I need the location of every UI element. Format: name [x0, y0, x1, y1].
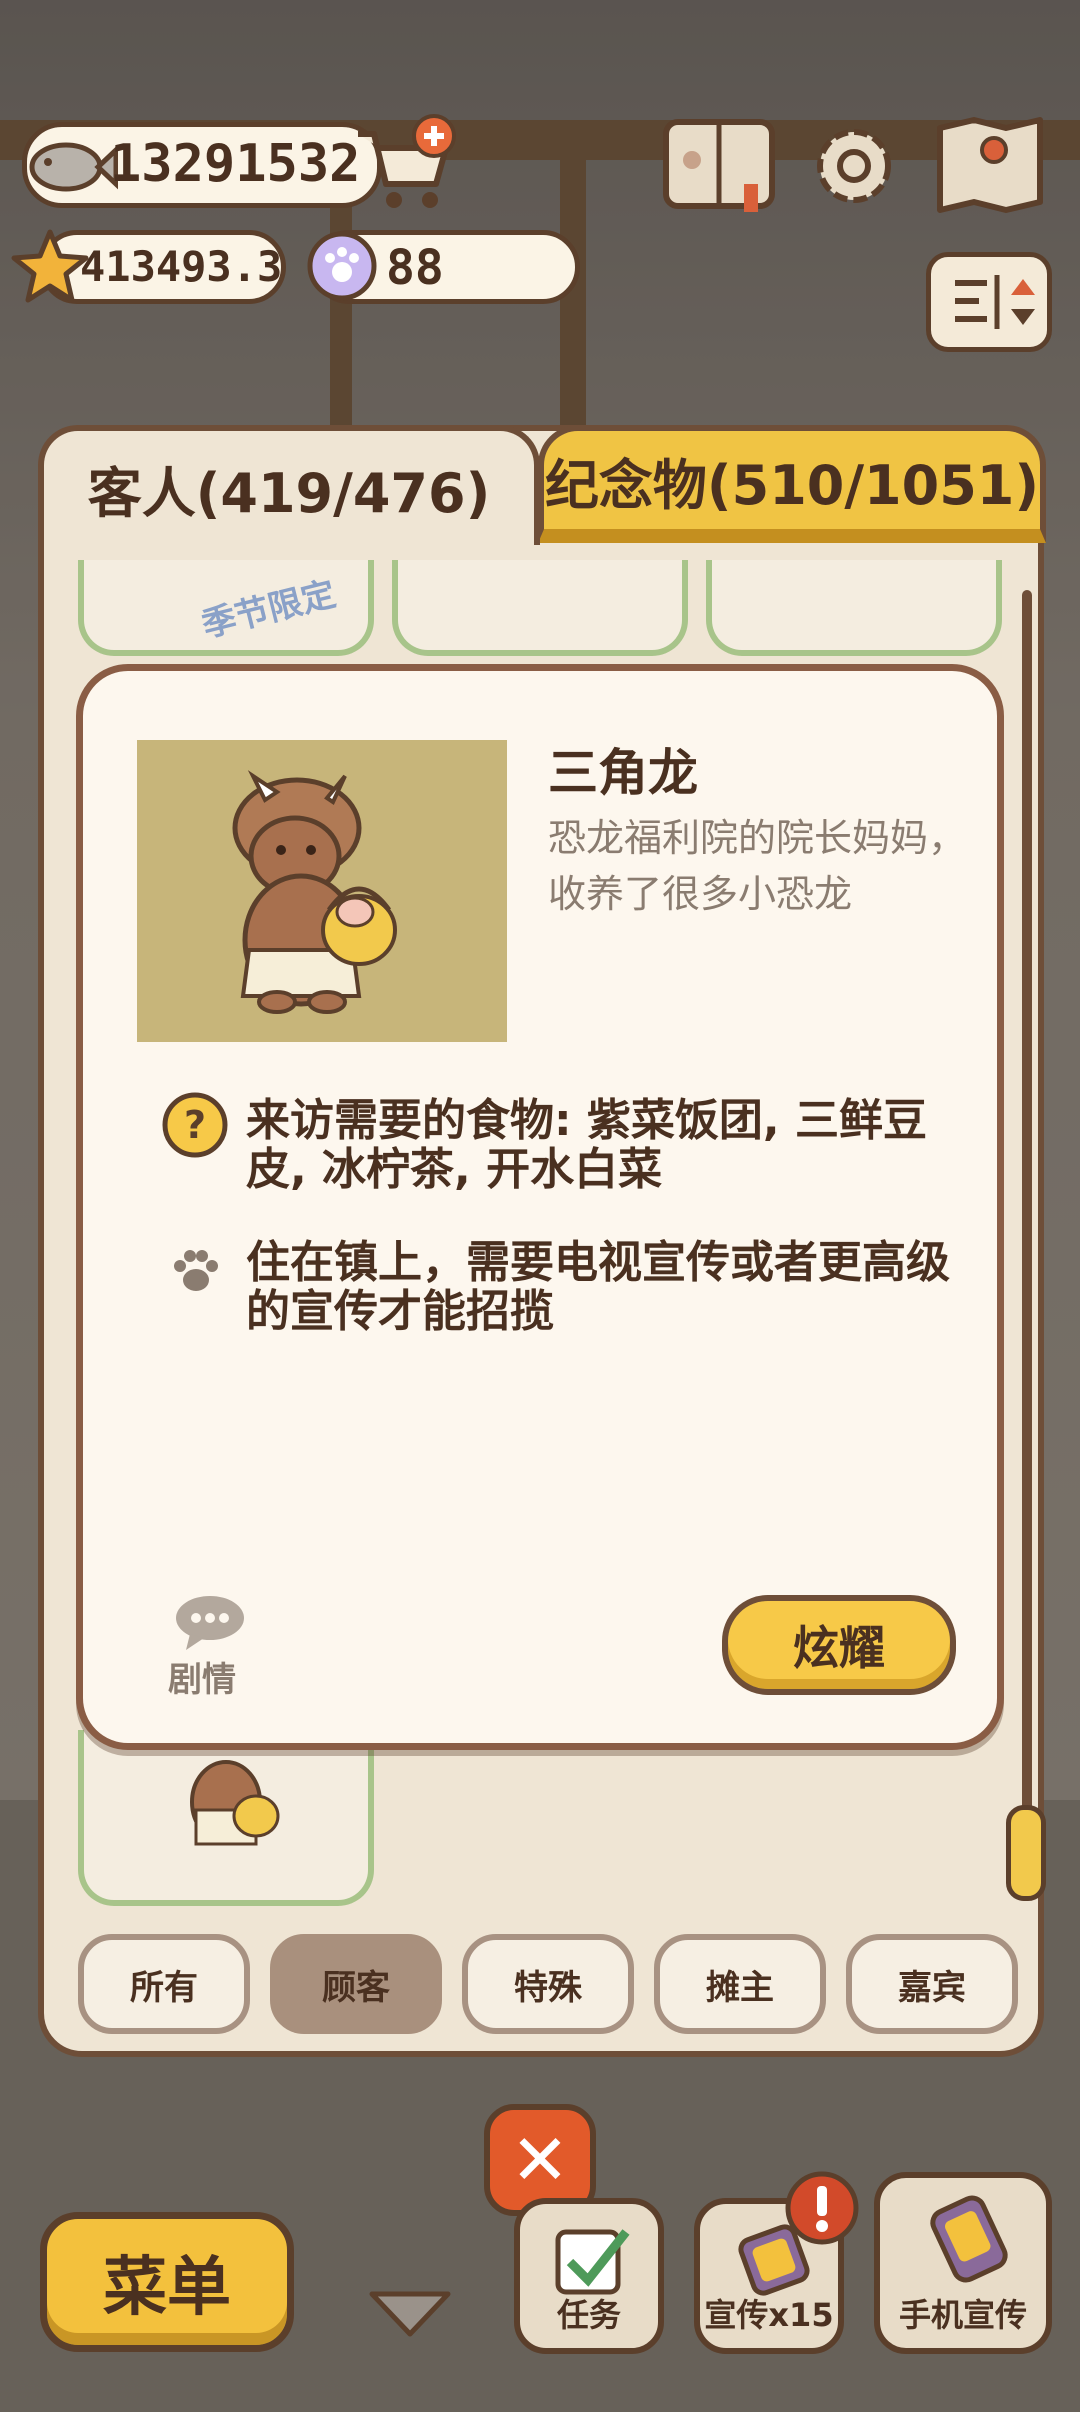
- fish-icon: [29, 142, 118, 192]
- paw-coin-icon: [307, 231, 377, 301]
- food-requirement: 来访需要的食物: 紫菜饭团, 三鲜豆皮, 冰柠茶, 开水白菜: [246, 1095, 927, 1195]
- filter-customers[interactable]: 顾客: [270, 1934, 442, 2034]
- star-count: 413493.3: [80, 242, 283, 291]
- menu-button[interactable]: 菜单: [40, 2212, 294, 2352]
- tasks-label: 任务: [556, 2296, 621, 2334]
- filter-all[interactable]: 所有: [78, 1934, 250, 2034]
- alert-badge-icon: [785, 2171, 859, 2245]
- sort-toggle-button[interactable]: [926, 252, 1052, 352]
- tab-souvenirs[interactable]: 纪念物(510/1051): [538, 425, 1046, 543]
- chevron-down-icon[interactable]: [364, 2284, 456, 2344]
- phone-promo-label: 手机宣传: [898, 2296, 1027, 2334]
- visit-condition: 住在镇上，需要电视宣传或者更高级的宣传才能招揽: [246, 1237, 950, 1337]
- star-icon: [11, 229, 89, 303]
- phone-promo-icon: [930, 2195, 1008, 2283]
- shop-cart-plus-icon[interactable]: [350, 112, 460, 216]
- phone-promo-button[interactable]: 手机宣传: [874, 2172, 1052, 2354]
- gear-icon[interactable]: [806, 118, 902, 214]
- tab-guests[interactable]: 客人(419/476): [38, 425, 540, 545]
- paw-icon: [174, 1250, 218, 1291]
- sort-icon: [955, 275, 1035, 329]
- guest-card-triceratops[interactable]: [78, 1730, 374, 1906]
- question-icon: ?: [162, 1092, 228, 1158]
- paw-coin-count: 88: [386, 240, 444, 296]
- guest-card[interactable]: [706, 560, 1002, 656]
- list-scrollbar[interactable]: [1022, 590, 1032, 1830]
- filter-vendors[interactable]: 摊主: [654, 1934, 826, 2034]
- map-icon[interactable]: [934, 114, 1046, 214]
- guest-card[interactable]: [392, 560, 688, 656]
- promo-label: 宣传x15: [704, 2296, 834, 2334]
- guest-portrait: [137, 740, 507, 1042]
- tasks-button[interactable]: 任务: [514, 2198, 664, 2354]
- scrollbar-handle[interactable]: [1006, 1805, 1046, 1901]
- guest-name: 三角龙: [548, 744, 698, 802]
- filter-guests[interactable]: 嘉宾: [846, 1934, 1018, 2034]
- close-icon: ✕: [510, 2119, 570, 2201]
- fish-count: 13291532: [110, 134, 361, 194]
- story-label[interactable]: 剧情: [168, 1652, 236, 1701]
- story-speech-bubble-icon[interactable]: [172, 1592, 248, 1652]
- book-icon[interactable]: [660, 114, 778, 214]
- triceratops-portrait-image: [232, 770, 397, 1014]
- guest-description: 恐龙福利院的院长妈妈，收养了很多小恐龙: [548, 816, 967, 916]
- svg-text:?: ?: [184, 1103, 206, 1147]
- triceratops-thumbnail: [190, 1760, 280, 1846]
- show-off-button[interactable]: 炫耀: [722, 1595, 956, 1695]
- filter-special[interactable]: 特殊: [462, 1934, 634, 2034]
